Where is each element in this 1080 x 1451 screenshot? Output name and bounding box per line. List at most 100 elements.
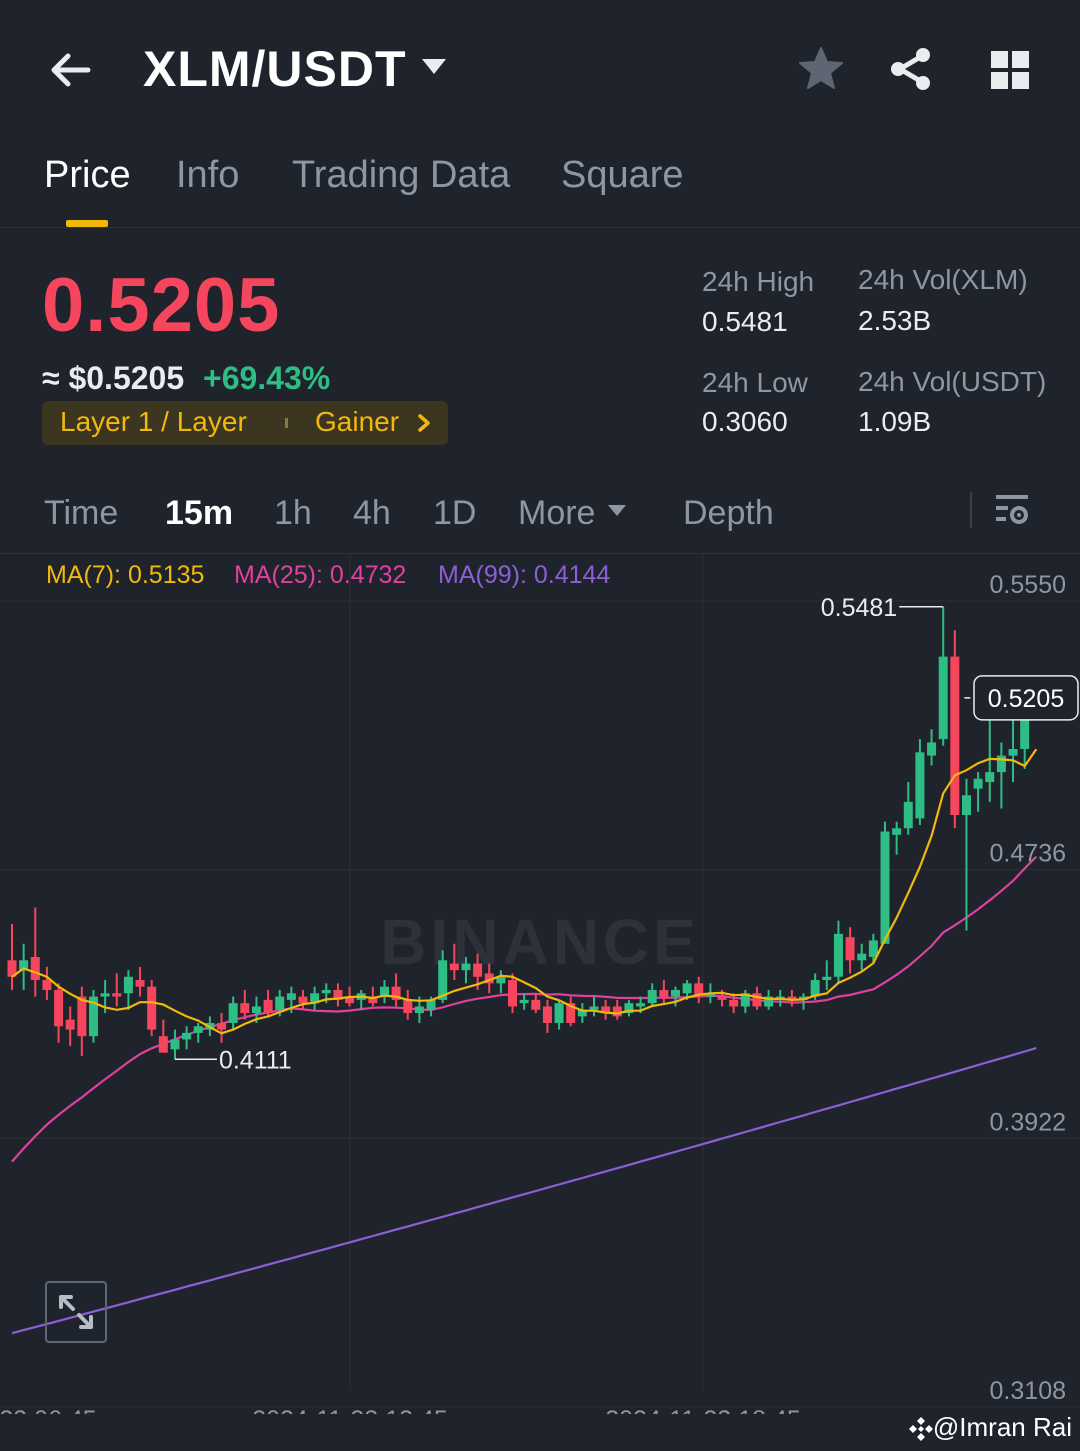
- candle-body: [542, 1006, 552, 1023]
- fiat-price: ≈ $0.5205: [42, 360, 185, 396]
- divider: [970, 492, 972, 528]
- candle-body: [717, 996, 727, 1000]
- candle-body: [659, 989, 669, 997]
- candlestick-chart[interactable]: 0.5550 0.4736 0.3922 0.3108 BINANCE 0.5481 0.4…: [0, 554, 1080, 1414]
- y-axis-label: 0.5550: [990, 571, 1066, 599]
- active-tab-indicator: [66, 220, 108, 227]
- chevron-right-icon: [414, 412, 434, 434]
- candle-body: [612, 1006, 622, 1017]
- expand-icon: [59, 1295, 93, 1329]
- candle-body: [473, 963, 483, 977]
- caret-down-icon[interactable]: [420, 56, 448, 78]
- caret-down-icon: [606, 503, 628, 519]
- fullscreen-button[interactable]: [45, 1281, 107, 1343]
- candle-body: [251, 1006, 261, 1014]
- candle-body: [554, 1003, 564, 1023]
- candle-body: [123, 976, 133, 994]
- tab-price[interactable]: Price: [44, 154, 131, 197]
- candle-body: [158, 1036, 168, 1053]
- change-percent: +69.43%: [203, 360, 331, 396]
- candle-body: [682, 983, 692, 994]
- favorite-button[interactable]: [796, 44, 846, 94]
- candle-body: [286, 993, 296, 1000]
- candle-body: [752, 993, 762, 1007]
- candle-body: [996, 755, 1006, 773]
- candle-body: [147, 986, 157, 1030]
- share-icon: [891, 48, 930, 90]
- chart-settings-button[interactable]: [994, 492, 1030, 528]
- tag-category-label: Layer 1 / Layer: [60, 406, 247, 437]
- tab-info[interactable]: Info: [176, 154, 239, 197]
- candle-body: [833, 933, 843, 977]
- candle-body: [263, 999, 273, 1014]
- share-button[interactable]: [886, 44, 936, 94]
- candle-body: [449, 963, 459, 971]
- vol-quote-label: 24h Vol(USDT): [858, 366, 1047, 397]
- candle-body: [938, 656, 948, 740]
- tag-rank-label: Gainer: [315, 406, 400, 437]
- grid-icon: [991, 51, 1029, 89]
- candle-body: [77, 996, 87, 1037]
- tab-square[interactable]: Square: [561, 154, 684, 197]
- tab-trading-data[interactable]: Trading Data: [292, 154, 510, 197]
- candle-body: [519, 999, 529, 1004]
- candle-body: [589, 1006, 599, 1010]
- candle-body: [112, 993, 122, 997]
- last-price: 0.5205: [42, 263, 281, 348]
- high-label: 24h High: [702, 266, 815, 297]
- candle-body: [903, 801, 913, 829]
- star-icon: [799, 47, 843, 89]
- interval-time[interactable]: Time: [44, 494, 118, 533]
- candle-body: [170, 1039, 180, 1050]
- candle-body: [857, 953, 867, 961]
- low-label: 24h Low: [702, 367, 808, 398]
- candle-body: [880, 831, 890, 944]
- candle-body: [461, 963, 471, 971]
- binance-logo-icon: [906, 1414, 936, 1444]
- candle-body: [729, 999, 739, 1007]
- candle-body: [182, 1032, 192, 1040]
- interval-depth[interactable]: Depth: [683, 494, 774, 533]
- candle-body: [298, 996, 308, 1004]
- high-marker-label: 0.5481: [821, 594, 897, 622]
- x-axis-label: 2024-11-23 12:45: [252, 1406, 448, 1414]
- interval-1h[interactable]: 1h: [274, 494, 312, 533]
- y-axis-label: 0.3108: [990, 1377, 1066, 1405]
- interval-more[interactable]: More: [518, 494, 595, 533]
- interval-4h[interactable]: 4h: [353, 494, 391, 533]
- candle-body: [240, 1003, 250, 1014]
- divider: [0, 227, 1080, 228]
- high-value: 0.5481: [702, 306, 788, 337]
- candle-body: [961, 795, 971, 816]
- candle-body: [531, 999, 541, 1010]
- candle-body: [414, 1006, 424, 1014]
- vol-quote-value: 1.09B: [858, 406, 932, 437]
- candle-body: [100, 993, 110, 997]
- candle-body: [135, 980, 145, 987]
- candle-body: [915, 752, 925, 819]
- vol-base-label: 24h Vol(XLM): [858, 264, 1028, 295]
- interval-15m[interactable]: 15m: [165, 494, 233, 533]
- y-axis-label: 0.4736: [990, 840, 1066, 868]
- ma99-line: [11, 1047, 1037, 1335]
- grid-menu-button[interactable]: [986, 46, 1034, 94]
- y-axis-label: 0.3922: [990, 1108, 1066, 1136]
- candle-body: [65, 1019, 75, 1030]
- low-marker-label: 0.4111: [219, 1046, 292, 1074]
- tag-separator: [285, 418, 288, 428]
- x-axis-label: 23 06:45: [0, 1406, 97, 1414]
- pair-title[interactable]: XLM/USDT: [143, 40, 407, 98]
- candle-body: [973, 778, 983, 789]
- candle-body: [892, 828, 902, 835]
- candle-body: [42, 980, 52, 990]
- interval-1d[interactable]: 1D: [433, 494, 476, 533]
- back-button[interactable]: [44, 44, 96, 96]
- candle-body: [30, 956, 40, 981]
- candle-body: [636, 1003, 646, 1007]
- settings-icon: [996, 495, 1028, 524]
- candle-body: [822, 976, 832, 981]
- candle-body: [275, 996, 285, 1010]
- candle-body: [950, 656, 960, 816]
- vol-base-value: 2.53B: [858, 305, 932, 336]
- candle-body: [321, 989, 331, 994]
